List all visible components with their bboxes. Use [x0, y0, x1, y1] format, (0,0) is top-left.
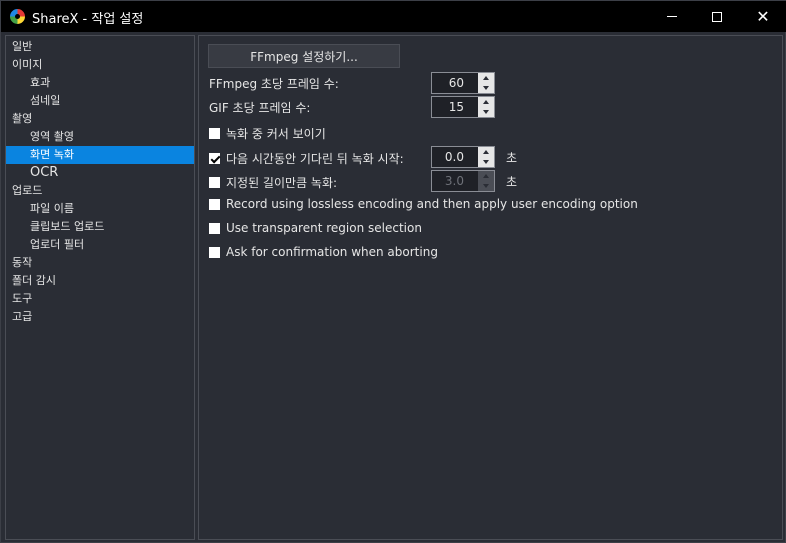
decrement-button[interactable]: [478, 107, 494, 117]
window-title: ShareX - 작업 설정: [32, 12, 144, 27]
fixed-duration-unit: 초: [506, 175, 518, 189]
tree-item-capture[interactable]: 촬영: [12, 110, 32, 128]
increment-button[interactable]: [478, 147, 494, 157]
maximize-icon: [712, 11, 722, 22]
fixed-duration-checkbox[interactable]: [209, 177, 220, 188]
gif-fps-label: GIF 초당 프레임 수:: [209, 101, 311, 115]
confirm-abort-label: Ask for confirmation when aborting: [226, 245, 438, 259]
transparent-region-checkbox[interactable]: [209, 222, 220, 234]
tree-item-actions[interactable]: 동작: [12, 254, 32, 272]
tree-item-screen-recording[interactable]: 화면 녹화: [6, 146, 194, 164]
tree-item-tools[interactable]: 도구: [12, 290, 32, 308]
screen-recording-panel: FFmpeg 설정하기... FFmpeg 초당 프레임 수: 60 GIF 초…: [198, 35, 783, 540]
tree-item-advanced[interactable]: 고급: [12, 308, 32, 326]
fixed-duration-stepper: 3.0: [431, 170, 495, 192]
minimize-button[interactable]: [649, 1, 695, 32]
increment-button[interactable]: [478, 73, 494, 83]
spinner-arrows: [478, 147, 494, 167]
tree-item-image[interactable]: 이미지: [12, 56, 42, 74]
delay-start-label: 다음 시간동안 기다린 뒤 녹화 시작:: [226, 152, 404, 166]
transparent-region-option[interactable]: Use transparent region selection: [209, 221, 422, 235]
lossless-label: Record using lossless encoding and then …: [226, 197, 638, 211]
tree-item-uploader-filters[interactable]: 업로더 필터: [30, 236, 84, 254]
ffmpeg-fps-stepper[interactable]: 60: [431, 72, 495, 94]
tree-item-clipboard-upload[interactable]: 클립보드 업로드: [30, 218, 104, 236]
chevron-up-icon: [483, 150, 489, 154]
settings-tree[interactable]: 일반 이미지 효과 섬네일 촬영 영역 촬영 화면 녹화 OCR 업로드 파일 …: [5, 35, 195, 540]
fixed-duration-option[interactable]: 지정된 길이만큼 녹화:: [209, 174, 337, 191]
ffmpeg-settings-button[interactable]: FFmpeg 설정하기...: [208, 44, 400, 68]
lossless-checkbox[interactable]: [209, 198, 220, 210]
ffmpeg-fps-value[interactable]: 60: [432, 73, 478, 93]
transparent-region-label: Use transparent region selection: [226, 221, 422, 235]
chevron-down-icon: [483, 110, 489, 114]
gif-fps-value[interactable]: 15: [432, 97, 478, 117]
chevron-up-icon: [483, 76, 489, 80]
lossless-option[interactable]: Record using lossless encoding and then …: [209, 197, 638, 211]
tree-item-thumbnail[interactable]: 섬네일: [30, 92, 60, 110]
tree-item-watch-folders[interactable]: 폴더 감시: [12, 272, 56, 290]
tree-item-region-capture[interactable]: 영역 촬영: [30, 128, 74, 146]
delay-start-option[interactable]: 다음 시간동안 기다린 뒤 녹화 시작:: [209, 150, 404, 167]
delay-start-checkbox[interactable]: [209, 153, 220, 164]
confirm-abort-option[interactable]: Ask for confirmation when aborting: [209, 245, 438, 259]
decrement-button[interactable]: [478, 83, 494, 93]
spinner-arrows: [478, 73, 494, 93]
tree-item-general[interactable]: 일반: [12, 38, 32, 56]
fixed-duration-value: 3.0: [444, 174, 464, 188]
tree-item-file-naming[interactable]: 파일 이름: [30, 200, 74, 218]
chevron-up-icon: [483, 174, 489, 178]
close-button[interactable]: ✕: [740, 1, 786, 32]
chevron-down-icon: [483, 86, 489, 90]
title-bar[interactable]: ShareX - 작업 설정 ✕: [1, 1, 786, 32]
settings-window: ShareX - 작업 설정 ✕ 일반 이미지 효과 섬네일 촬영 영역 촬영 …: [0, 0, 786, 543]
increment-button[interactable]: [478, 97, 494, 107]
minimize-icon: [667, 16, 677, 17]
decrement-button: [478, 181, 494, 191]
ffmpeg-fps-label: FFmpeg 초당 프레임 수:: [209, 77, 339, 91]
delay-start-unit: 초: [506, 151, 518, 165]
chevron-down-icon: [483, 184, 489, 188]
show-cursor-checkbox[interactable]: [209, 128, 220, 139]
fixed-duration-label: 지정된 길이만큼 녹화:: [226, 176, 338, 190]
close-icon: ✕: [756, 6, 770, 26]
sharex-logo-icon: [10, 9, 25, 24]
spinner-arrows: [478, 97, 494, 117]
decrement-button[interactable]: [478, 157, 494, 167]
gif-fps-stepper[interactable]: 15: [431, 96, 495, 118]
tree-item-ocr[interactable]: OCR: [30, 164, 58, 182]
increment-button: [478, 171, 494, 181]
chevron-down-icon: [483, 160, 489, 164]
delay-start-stepper[interactable]: 0.0: [431, 146, 495, 168]
tree-item-upload[interactable]: 업로드: [12, 182, 42, 200]
delay-start-value[interactable]: 0.0: [432, 147, 478, 167]
tree-item-effects[interactable]: 효과: [30, 74, 50, 92]
show-cursor-label: 녹화 중 커서 보이기: [226, 127, 326, 141]
confirm-abort-checkbox[interactable]: [209, 246, 220, 258]
chevron-up-icon: [483, 100, 489, 104]
show-cursor-option[interactable]: 녹화 중 커서 보이기: [209, 125, 326, 142]
maximize-button[interactable]: [694, 1, 740, 32]
spinner-arrows: [478, 171, 494, 191]
